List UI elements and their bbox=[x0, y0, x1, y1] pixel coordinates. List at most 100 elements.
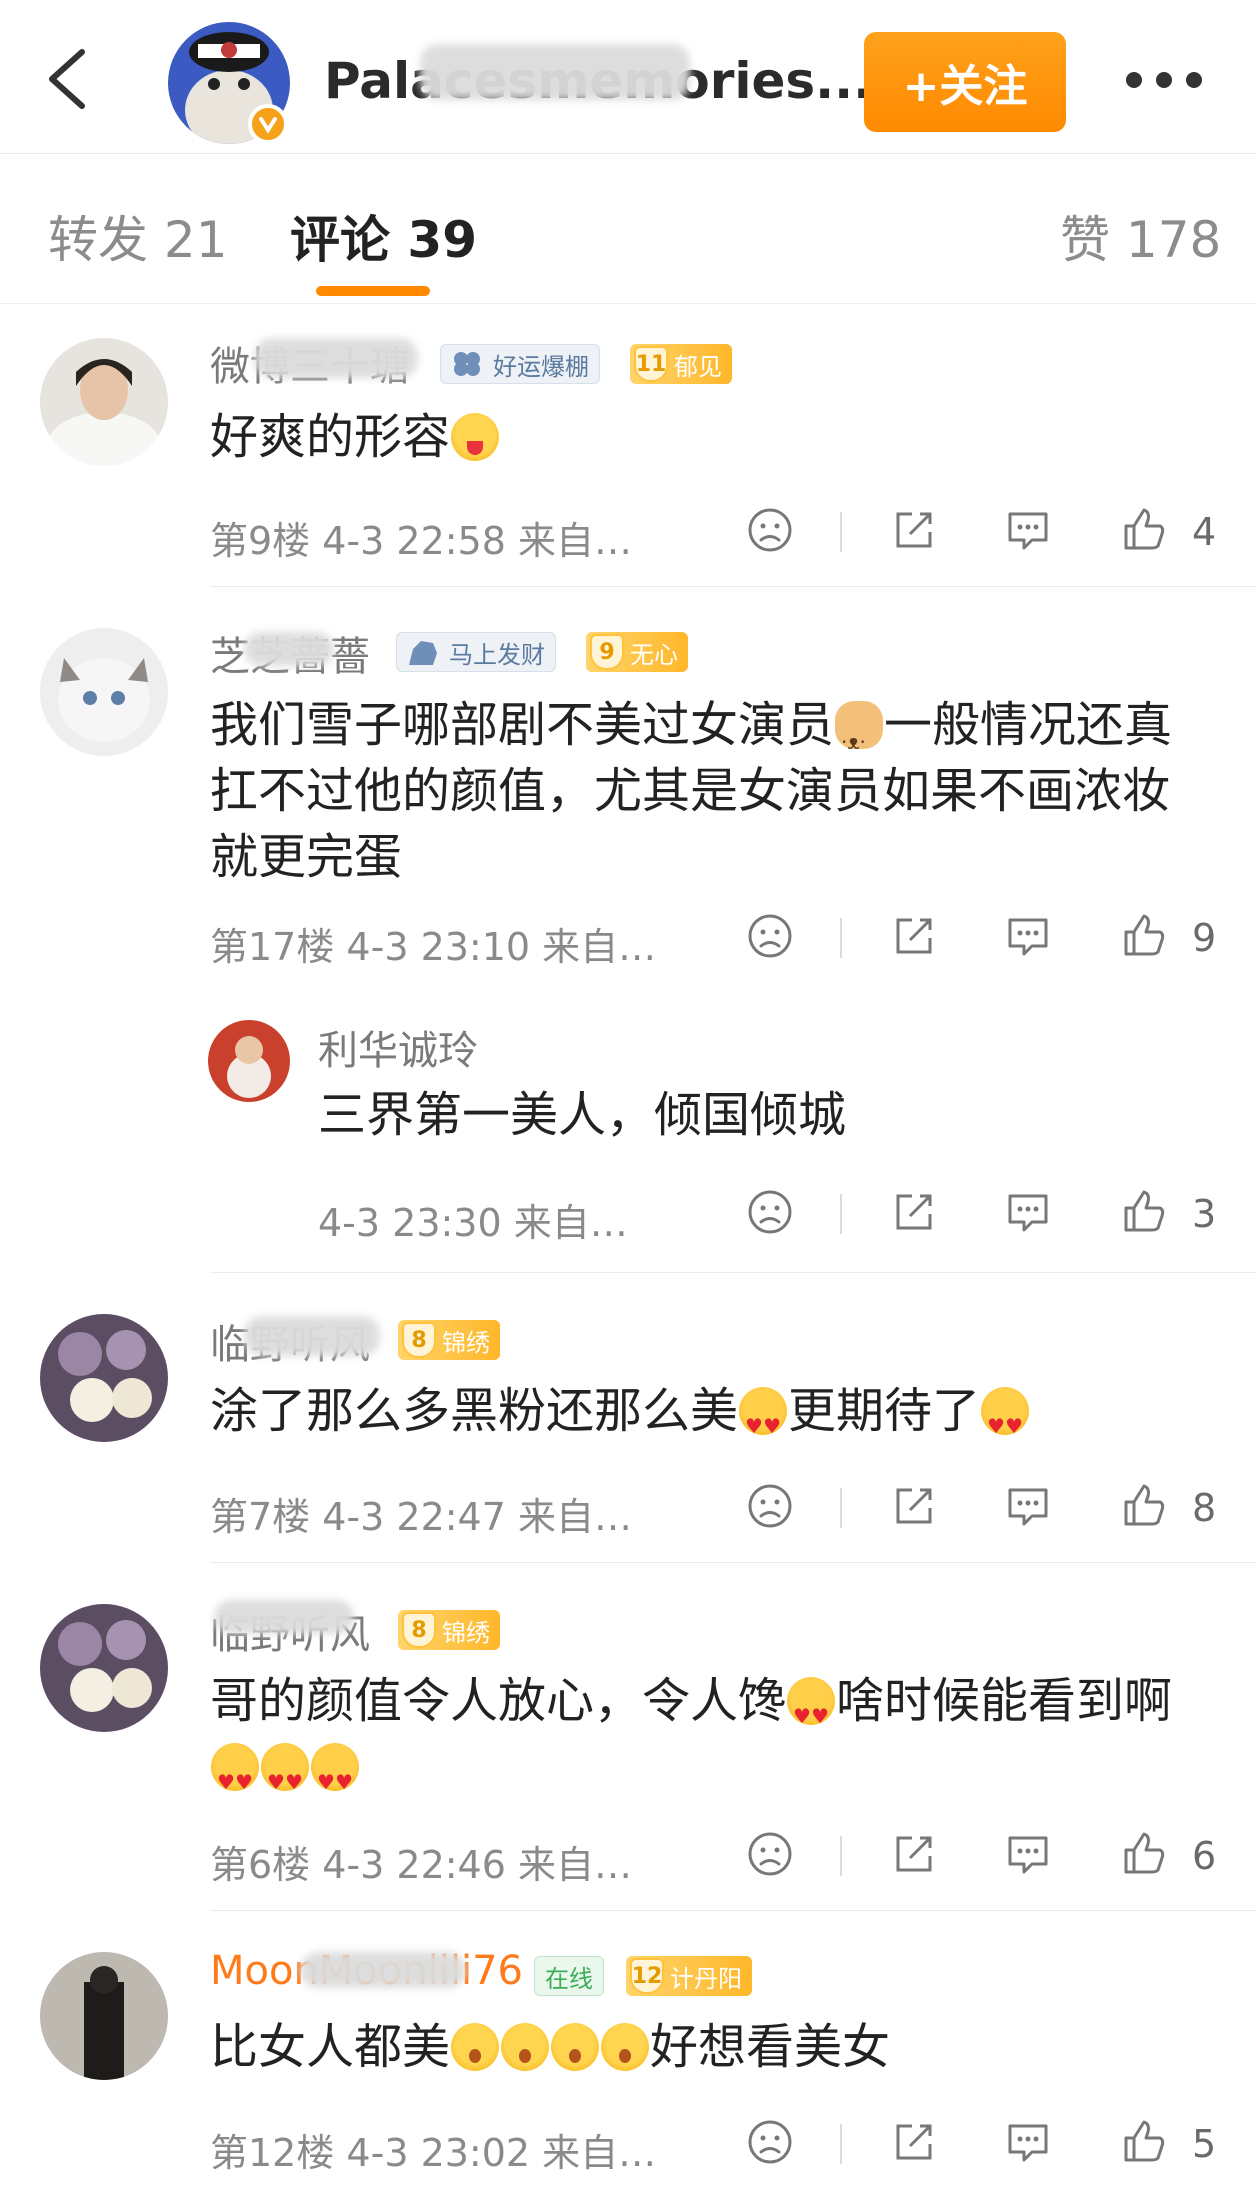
comment-divider bbox=[210, 1910, 1256, 1911]
user-avatar[interactable] bbox=[40, 628, 168, 756]
thumbs-up-icon[interactable] bbox=[1120, 506, 1168, 566]
comment-divider bbox=[210, 586, 1256, 587]
share-icon[interactable] bbox=[890, 1188, 938, 1248]
dislike-face-icon[interactable] bbox=[746, 1830, 794, 1890]
comment-icon[interactable] bbox=[1004, 506, 1052, 566]
shocked-emoji-icon bbox=[601, 2023, 650, 2071]
thumbs-up-icon[interactable] bbox=[1120, 1482, 1168, 1542]
level-number: 8 bbox=[402, 1322, 436, 1358]
fan-badge[interactable]: 好运爆棚 bbox=[440, 344, 600, 384]
doge-emoji-icon bbox=[835, 701, 884, 775]
level-number: 8 bbox=[402, 1612, 436, 1648]
shocked-emoji-icon bbox=[451, 2023, 500, 2071]
level-badge[interactable]: 12 计丹阳 bbox=[626, 1956, 752, 1996]
comment-item: MoonMoonlili76 在线 12 计丹阳 比女人都美好想看美女 第12楼… bbox=[0, 1912, 1256, 2201]
more-icon[interactable] bbox=[1126, 70, 1202, 90]
thumbs-up-icon[interactable] bbox=[1120, 1830, 1168, 1890]
dislike-face-icon[interactable] bbox=[746, 2118, 794, 2178]
badge-label: 马上发财 bbox=[449, 640, 545, 669]
dislike-face-icon[interactable] bbox=[746, 912, 794, 972]
verified-icon bbox=[248, 104, 288, 144]
reply-meta: 4-3 23:30 来自… bbox=[318, 1201, 628, 1245]
dislike-face-icon[interactable] bbox=[746, 1482, 794, 1542]
tab-likes[interactable]: 赞 178 bbox=[1060, 200, 1221, 272]
badge-label: 无心 bbox=[630, 640, 678, 669]
heart-eyes-emoji-icon bbox=[739, 1387, 788, 1459]
heart-eyes-emoji-icon bbox=[261, 1743, 309, 1815]
fan-badge[interactable]: 马上发财 bbox=[396, 632, 556, 672]
divider bbox=[840, 1194, 842, 1234]
level-badge[interactable]: 11 郁见 bbox=[630, 344, 732, 384]
share-icon[interactable] bbox=[890, 506, 938, 566]
active-tab-indicator bbox=[316, 286, 430, 296]
back-arrow-icon[interactable] bbox=[40, 44, 100, 114]
level-badge[interactable]: 8 锦绣 bbox=[398, 1610, 500, 1650]
user-avatar[interactable] bbox=[40, 1314, 168, 1442]
comment-text: 涂了那么多黑粉还那么美更期待了 bbox=[210, 1378, 1210, 1459]
comment-text: 好爽的形容 bbox=[210, 404, 1210, 470]
comment-icon[interactable] bbox=[1004, 1188, 1052, 1248]
level-badge[interactable]: 8 锦绣 bbox=[398, 1320, 500, 1360]
comment-meta: 第6楼 4-3 22:46 来自… bbox=[210, 1843, 632, 1887]
badge-label: 好运爆棚 bbox=[493, 352, 589, 381]
badge-label: 郁见 bbox=[674, 352, 722, 381]
user-avatar[interactable] bbox=[40, 1952, 168, 2080]
follow-button[interactable]: +关注 bbox=[864, 32, 1066, 132]
share-icon[interactable] bbox=[890, 1830, 938, 1890]
level-number: 11 bbox=[634, 346, 668, 382]
heart-eyes-emoji-icon bbox=[981, 1387, 1030, 1459]
like-count: 9 bbox=[1192, 916, 1217, 960]
name-redaction bbox=[420, 44, 690, 100]
heart-eyes-emoji-icon bbox=[211, 1743, 259, 1815]
comment-meta: 第7楼 4-3 22:47 来自… bbox=[210, 1495, 632, 1539]
user-avatar[interactable] bbox=[40, 1604, 168, 1732]
dislike-face-icon[interactable] bbox=[746, 1188, 794, 1248]
level-number: 12 bbox=[630, 1958, 664, 1994]
top-bar: Palacesmemories... +关注 bbox=[0, 0, 1256, 154]
badge-label: 计丹阳 bbox=[670, 1964, 742, 1993]
comment-item: 微博三十瑭 好运爆棚 11 郁见 好爽的形容 第9楼 4-3 22:58 来自…… bbox=[0, 304, 1256, 588]
reply-user-avatar[interactable] bbox=[208, 1020, 290, 1102]
comment-text: 我们雪子哪部剧不美过女演员一般情况还真扛不过他的颜值，尤其是女演员如果不画浓妆就… bbox=[210, 692, 1210, 890]
comment-meta: 第17楼 4-3 23:10 来自… bbox=[210, 925, 657, 969]
thumbs-up-icon[interactable] bbox=[1120, 912, 1168, 972]
level-badge[interactable]: 9 无心 bbox=[586, 632, 688, 672]
comment-text: 哥的颜值令人放心，令人馋啥时候能看到啊 bbox=[210, 1668, 1220, 1815]
like-count: 3 bbox=[1192, 1192, 1217, 1236]
badge-label: 锦绣 bbox=[442, 1618, 490, 1647]
comment-text: 比女人都美 好想看美女 bbox=[210, 2019, 891, 2075]
thumbs-up-icon[interactable] bbox=[1120, 2118, 1168, 2178]
level-number: 9 bbox=[590, 634, 624, 670]
share-icon[interactable] bbox=[890, 1482, 938, 1542]
like-count: 4 bbox=[1192, 510, 1217, 554]
comment-icon[interactable] bbox=[1004, 1830, 1052, 1890]
share-icon[interactable] bbox=[890, 2118, 938, 2178]
tab-bar: 转发 21 评论 39 赞 178 bbox=[0, 154, 1256, 304]
heart-eyes-emoji-icon bbox=[787, 1677, 836, 1749]
user-avatar[interactable] bbox=[40, 338, 168, 466]
divider bbox=[840, 918, 842, 958]
comment-icon[interactable] bbox=[1004, 1482, 1052, 1542]
tab-reposts[interactable]: 转发 21 bbox=[48, 200, 228, 272]
username-redaction bbox=[254, 338, 418, 378]
username-redaction bbox=[244, 1316, 380, 1356]
reply-text: 三界第一美人，倾国倾城 bbox=[318, 1087, 847, 1143]
username-redaction bbox=[244, 632, 334, 666]
comment-icon[interactable] bbox=[1004, 912, 1052, 972]
thumbs-up-icon[interactable] bbox=[1120, 1188, 1168, 1248]
comment-meta: 第9楼 4-3 22:58 来自… bbox=[210, 519, 632, 563]
badge-label: 锦绣 bbox=[442, 1328, 490, 1357]
comment-icon[interactable] bbox=[1004, 2118, 1052, 2178]
clover-icon bbox=[454, 352, 480, 376]
reply-username[interactable]: 利华诚玲 bbox=[318, 1018, 478, 1076]
comment-meta: 第12楼 4-3 23:02 来自… bbox=[210, 2131, 657, 2175]
divider bbox=[840, 2124, 842, 2164]
heart-eyes-emoji-icon bbox=[311, 1743, 359, 1815]
yum-emoji-icon bbox=[451, 413, 500, 461]
like-count: 8 bbox=[1192, 1486, 1217, 1530]
tab-comments[interactable]: 评论 39 bbox=[290, 200, 477, 272]
divider bbox=[840, 1836, 842, 1876]
online-badge: 在线 bbox=[534, 1956, 604, 1996]
dislike-face-icon[interactable] bbox=[746, 506, 794, 566]
share-icon[interactable] bbox=[890, 912, 938, 972]
